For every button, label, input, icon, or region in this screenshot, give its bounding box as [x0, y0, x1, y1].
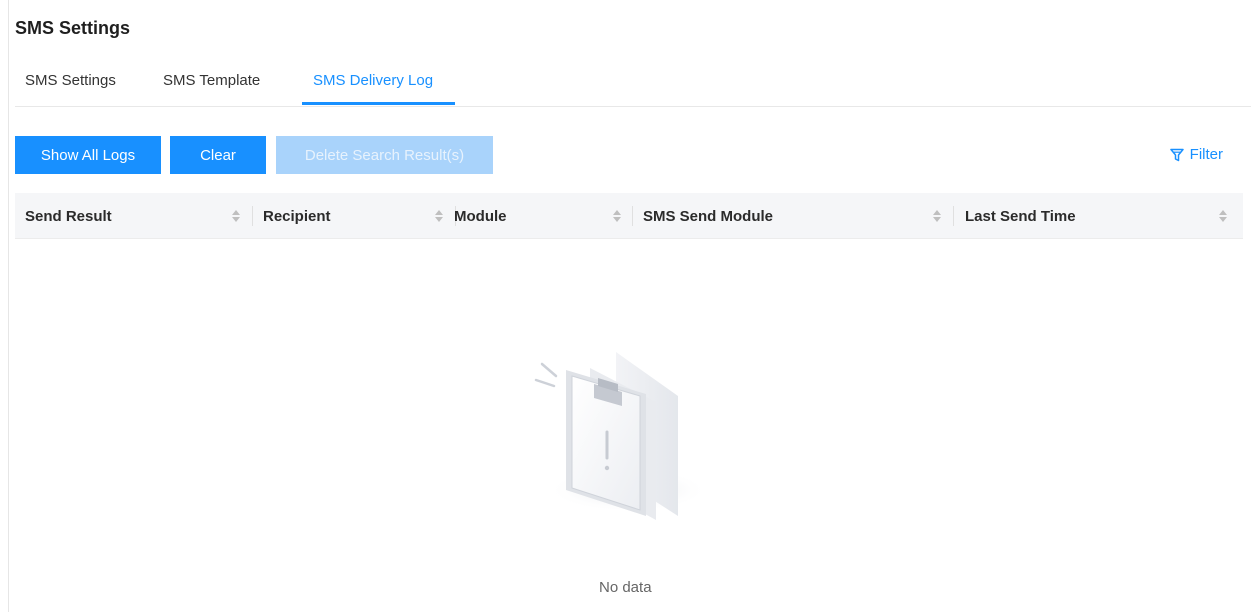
sort-caret-icon[interactable]: [612, 207, 622, 225]
sort-caret-icon[interactable]: [434, 207, 444, 225]
delete-search-results-button: Delete Search Result(s): [276, 136, 493, 174]
tab-sms-template[interactable]: SMS Template: [163, 72, 260, 89]
sort-caret-icon[interactable]: [1218, 207, 1228, 225]
column-divider: [953, 206, 954, 226]
empty-state-text: No data: [599, 579, 652, 596]
empty-clipboard-icon: [534, 352, 708, 520]
table-header: Send Result Recipient Module SMS Send Mo…: [15, 193, 1243, 239]
show-all-logs-button[interactable]: Show All Logs: [15, 136, 161, 174]
column-header-recipient[interactable]: Recipient: [263, 193, 331, 239]
page-title: SMS Settings: [15, 18, 131, 38]
column-label: SMS Send Module: [643, 207, 774, 225]
active-tab-indicator: [302, 102, 455, 105]
column-divider: [252, 206, 253, 226]
column-label: Send Result: [25, 207, 112, 225]
filter-icon: [1169, 148, 1184, 161]
content-left-border: [8, 0, 9, 612]
sort-caret-icon[interactable]: [231, 207, 241, 225]
tab-sms-settings[interactable]: SMS Settings: [25, 72, 116, 89]
sort-caret-icon[interactable]: [932, 207, 942, 225]
column-label: Recipient: [263, 207, 331, 225]
column-label: Last Send Time: [965, 207, 1076, 225]
column-header-last-send-time[interactable]: Last Send Time: [965, 193, 1076, 239]
column-label: Module: [454, 207, 507, 225]
column-header-module[interactable]: Module: [454, 193, 507, 239]
column-divider: [632, 206, 633, 226]
tab-sms-delivery-log[interactable]: SMS Delivery Log: [313, 72, 433, 89]
tab-bar: SMS Settings SMS Template SMS Delivery L…: [15, 62, 1251, 107]
filter-button[interactable]: Filter: [1169, 146, 1223, 163]
filter-label: Filter: [1189, 146, 1223, 163]
column-header-sms-send-module[interactable]: SMS Send Module: [643, 193, 773, 239]
column-header-send-result[interactable]: Send Result: [25, 193, 112, 239]
clear-button[interactable]: Clear: [170, 136, 266, 174]
